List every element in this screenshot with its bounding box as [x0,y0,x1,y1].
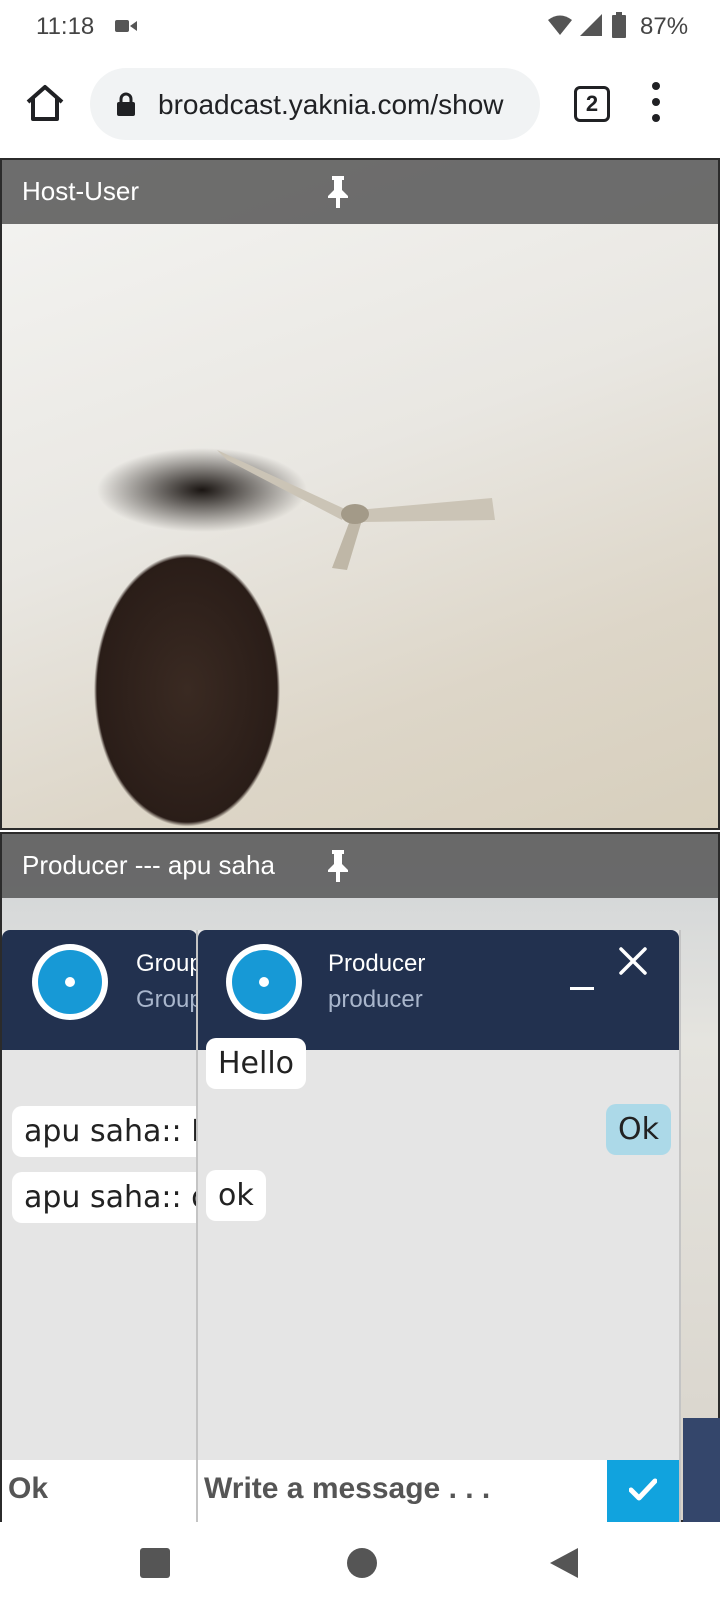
battery-icon [612,12,626,38]
chat-subtitle: producer [328,986,423,1013]
home-icon[interactable] [24,82,66,124]
tile-header: Producer --- apu saha [2,834,718,898]
avatar [32,944,108,1020]
message-bubble: apu saha:: Hello [12,1106,197,1157]
tile-header: Host-User [2,160,718,224]
send-button[interactable] [607,1460,679,1522]
group-message-input[interactable]: Ok [2,1460,197,1522]
chat-header: Group Group [2,930,197,1050]
group-chat-window[interactable]: Group Group apu saha:: Hello apu saha:: … [2,930,198,1522]
producer-message-input[interactable]: Write a message . . . [198,1460,679,1522]
message-bubble-received: ok [206,1170,266,1221]
message-bubble-sent: Ok [606,1104,671,1155]
tile-title: Host-User [22,176,140,206]
chat-header: Producer producer [198,930,679,1050]
home-circle-icon[interactable] [347,1548,377,1578]
battery-percent: 87% [640,13,689,40]
status-bar: 11:18 87% [0,0,720,52]
chat-name: Group [136,950,198,977]
ceiling-fan-image [217,450,495,570]
tab-switcher-button[interactable]: 2 [574,86,610,122]
video-tile-host[interactable]: Host-User [0,158,720,830]
tile-title: Producer --- apu saha [22,850,275,880]
avatar [226,944,302,1020]
chat-name: Producer [328,950,426,977]
pin-icon[interactable] [326,176,350,208]
chat-dock-strip [683,1418,720,1522]
url-text: broadcast.yaknia.com/show [158,89,504,120]
cellular-signal-icon [580,14,602,36]
system-nav-bar [0,1522,720,1600]
browser-toolbar: broadcast.yaknia.com/show 2 [0,52,720,156]
pin-icon[interactable] [326,850,350,882]
close-icon[interactable] [618,946,648,976]
lock-icon [117,92,135,116]
status-time: 11:18 [36,13,95,40]
input-placeholder: Write a message . . . [204,1472,491,1505]
minimize-icon[interactable] [568,960,596,990]
chat-subtitle: Group [136,986,198,1013]
wifi-icon [548,15,572,35]
producer-chat-window[interactable]: Producer producer Hello Ok ok Write a me… [196,930,681,1522]
recent-apps-icon[interactable] [140,1548,170,1578]
more-vert-icon[interactable] [650,82,662,126]
message-bubble-received: Hello [206,1038,307,1089]
checkmark-icon [629,1478,657,1501]
video-camera-icon [115,20,137,32]
address-bar[interactable]: broadcast.yaknia.com/show [90,68,540,140]
message-bubble: apu saha:: ok [12,1172,197,1223]
back-triangle-icon[interactable] [548,1546,582,1580]
input-value: Ok [8,1472,49,1505]
